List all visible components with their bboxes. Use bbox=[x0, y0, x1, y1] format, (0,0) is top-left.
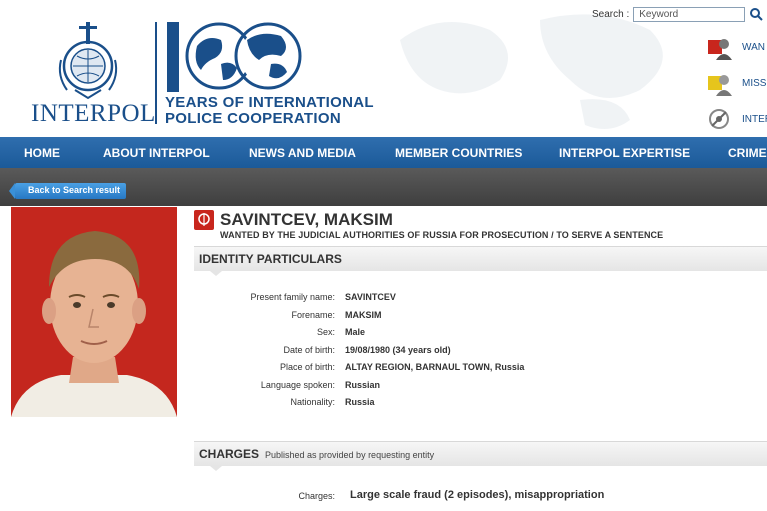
search-label: Search : bbox=[592, 8, 630, 20]
particular-label: Present family name: bbox=[250, 292, 335, 302]
nav-item-home[interactable]: HOME bbox=[24, 146, 60, 160]
notice-quick-links: WAN MISSI INTER bbox=[706, 30, 767, 137]
charges-subtitle: Published as provided by requesting enti… bbox=[265, 450, 435, 460]
particular-label: Place of birth: bbox=[279, 362, 335, 372]
interpol-emblem-icon bbox=[58, 22, 118, 100]
particular-value: Male bbox=[345, 327, 366, 337]
identity-particulars-header: IDENTITY PARTICULARS bbox=[194, 246, 767, 276]
page: INTERPOL 100 YEARS OF INTERNATIONAL POLI… bbox=[0, 0, 767, 511]
charges-title: CHARGES bbox=[199, 447, 260, 461]
particular-row: Language spoken: Russian bbox=[194, 380, 594, 398]
anniversary-100-logo: 100 bbox=[167, 22, 302, 92]
quick-link-interpol[interactable]: INTER bbox=[706, 102, 767, 136]
particular-row: Place of birth: ALTAY REGION, BARNAUL TO… bbox=[194, 362, 594, 380]
particular-label: Language spoken: bbox=[260, 379, 335, 390]
charges-value: Large scale fraud (2 episodes), misappro… bbox=[350, 489, 605, 501]
particular-row: Present family name: SAVINTCEV bbox=[194, 292, 594, 310]
anniversary-line-1: YEARS OF INTERNATIONAL bbox=[165, 94, 374, 111]
section-notch bbox=[210, 271, 222, 276]
search-input[interactable] bbox=[633, 6, 746, 22]
particular-label: Forename: bbox=[291, 309, 335, 320]
quick-link-label: MISSI bbox=[742, 77, 767, 89]
identity-particulars-title: IDENTITY PARTICULARS bbox=[199, 252, 342, 266]
main-nav: HOME ABOUT INTERPOL NEWS AND MEDIA MEMBE… bbox=[0, 137, 767, 168]
logo-divider bbox=[155, 22, 157, 124]
particular-label: Date of birth: bbox=[283, 344, 335, 355]
interpol-icon bbox=[709, 109, 729, 129]
nav-item-interpol-expertise[interactable]: INTERPOL EXPERTISE bbox=[559, 146, 690, 160]
nav-item-crime[interactable]: CRIME bbox=[728, 146, 767, 160]
charges-header: CHARGES Published as provided by request… bbox=[194, 441, 767, 471]
particular-value: ALTAY REGION, BARNAUL TOWN, Russia bbox=[345, 362, 525, 372]
particular-value: Russian bbox=[345, 379, 381, 390]
nav-item-about-interpol[interactable]: ABOUT INTERPOL bbox=[103, 146, 210, 160]
red-notice-icon bbox=[194, 210, 214, 230]
missing-notice-icon bbox=[708, 75, 732, 96]
site-header: INTERPOL 100 YEARS OF INTERNATIONAL POLI… bbox=[0, 0, 767, 137]
quick-link-label: INTER bbox=[742, 113, 767, 125]
back-to-search-button[interactable]: Back to Search result bbox=[8, 183, 127, 199]
search-bar: Search : bbox=[592, 6, 763, 22]
anniversary-line-2: POLICE COOPERATION bbox=[165, 110, 341, 127]
nav-item-news-and-media[interactable]: NEWS AND MEDIA bbox=[249, 146, 356, 160]
quick-link-wanted[interactable]: WAN bbox=[706, 30, 767, 64]
wanted-person-name: SAVINTCEV, MAKSIM bbox=[220, 210, 393, 229]
suspect-photo bbox=[11, 207, 177, 417]
particular-row: Sex: Male bbox=[194, 327, 594, 345]
portrait-image bbox=[11, 207, 177, 417]
particular-value: MAKSIM bbox=[345, 309, 382, 320]
particular-row: Nationality: Russia bbox=[194, 397, 594, 415]
quick-link-label: WAN bbox=[742, 41, 765, 53]
wanted-subtitle: WANTED BY THE JUDICIAL AUTHORITIES OF RU… bbox=[220, 230, 664, 240]
particular-value: SAVINTCEV bbox=[345, 292, 396, 302]
nav-item-member-countries[interactable]: MEMBER COUNTRIES bbox=[395, 146, 522, 160]
particular-label: Sex: bbox=[316, 327, 335, 337]
charges-row: Charges: Large scale fraud (2 episodes),… bbox=[194, 489, 767, 505]
particular-row: Date of birth: 19/08/1980 (34 years old) bbox=[194, 345, 594, 363]
section-notch bbox=[210, 466, 222, 471]
particular-value: 19/08/1980 (34 years old) bbox=[345, 344, 451, 355]
particular-row: Forename: MAKSIM bbox=[194, 310, 594, 328]
interpol-logo-text: INTERPOL bbox=[31, 100, 156, 127]
search-icon[interactable] bbox=[749, 7, 763, 21]
wanted-notice-icon bbox=[708, 39, 732, 60]
charges-label: Charges: bbox=[298, 491, 335, 501]
particular-label: Nationality: bbox=[290, 397, 335, 407]
quick-link-missing[interactable]: MISSI bbox=[706, 66, 767, 100]
identity-particulars-list: Present family name: SAVINTCEV Forename:… bbox=[194, 292, 594, 415]
particular-value: Russia bbox=[345, 397, 375, 407]
